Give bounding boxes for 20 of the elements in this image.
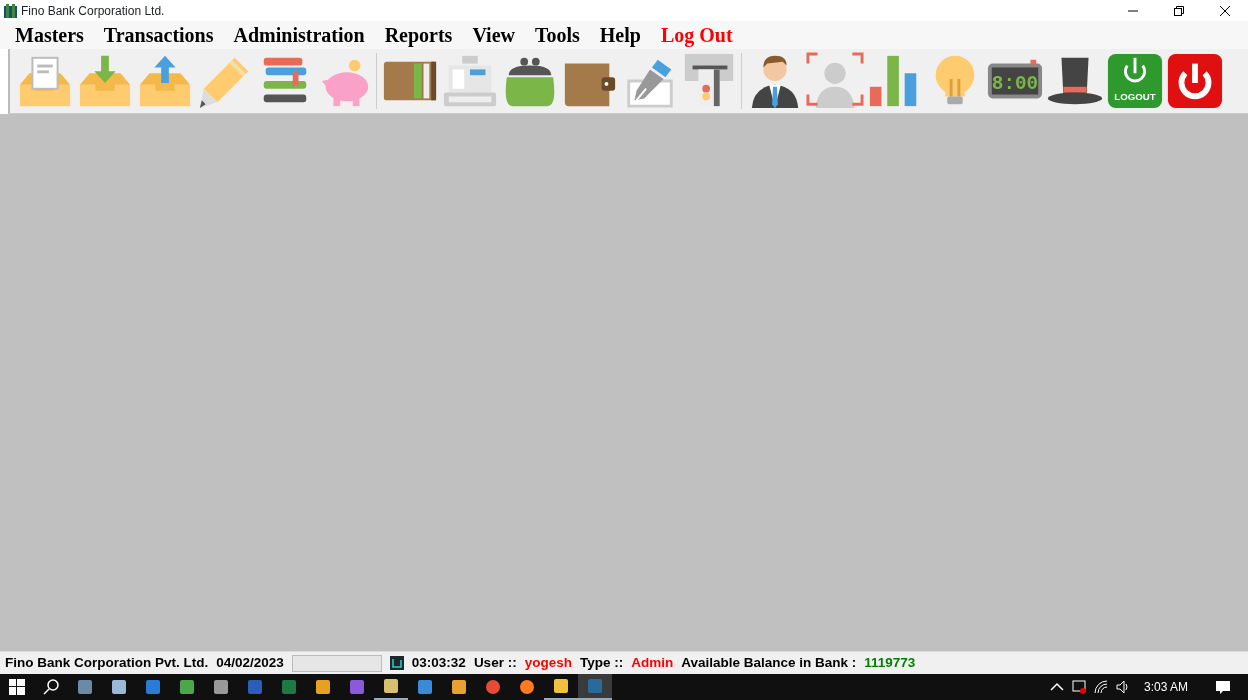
menu-item[interactable]: Log Out xyxy=(650,21,743,49)
taskbar-clock[interactable]: 3:03 AM xyxy=(1133,678,1198,696)
status-text: Available Balance in Bank : xyxy=(681,653,857,672)
logout-button-icon[interactable]: LOGOUT xyxy=(1106,51,1164,111)
status-text: User :: xyxy=(473,653,517,672)
status-text: 04/02/2023 xyxy=(216,653,284,672)
status-text: Type :: xyxy=(579,653,624,672)
menu-item[interactable]: Administration xyxy=(223,21,375,49)
status-text: 1119773 xyxy=(864,653,916,672)
status-text: Fino Bank Corporation Pvt. Ltd. xyxy=(5,653,209,672)
status-text: Admin xyxy=(631,653,674,672)
menu-item[interactable]: Reports xyxy=(374,21,463,49)
menu-item[interactable]: Help xyxy=(589,21,651,49)
status-text: yogesh xyxy=(524,653,572,672)
menu-item[interactable]: Masters xyxy=(5,21,94,49)
status-time: 03:03:32 xyxy=(411,653,466,672)
menu-item[interactable]: Transactions xyxy=(93,21,224,49)
menu-item[interactable]: View xyxy=(462,21,525,49)
menu-item[interactable]: Tools xyxy=(524,21,590,49)
window-title: Fino Bank Corporation Ltd. xyxy=(21,2,165,20)
